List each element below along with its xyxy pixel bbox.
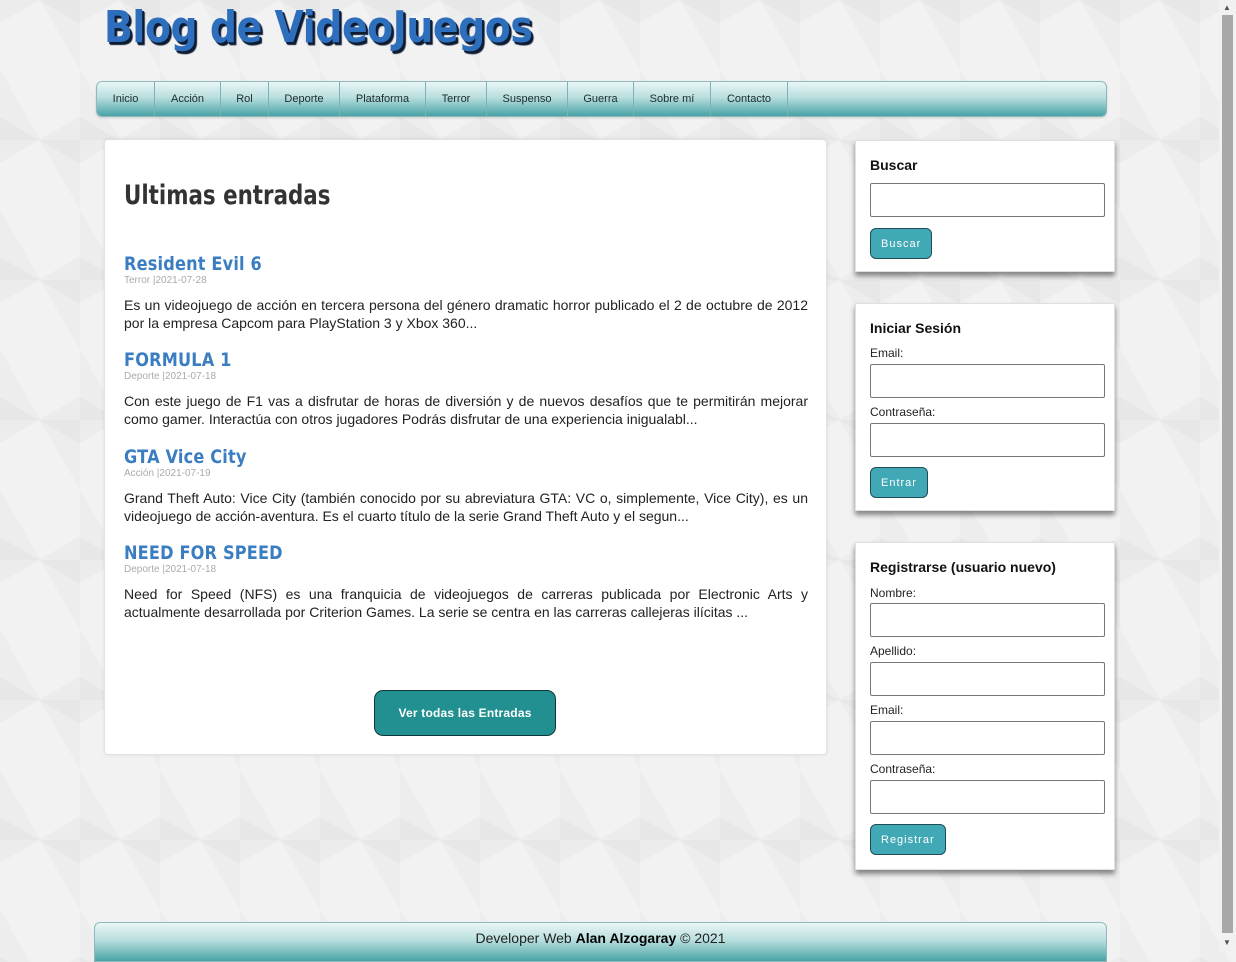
latest-posts-panel: Ultimas entradas Resident Evil 6 Terror … [104, 139, 827, 755]
footer-author: Alan Alzogaray [575, 930, 677, 946]
post-meta: Deporte |2021-07-18 [124, 564, 217, 575]
site-title: Blog de VideoJuegos [104, 2, 533, 53]
post-meta: Acción |2021-07-19 [124, 468, 211, 479]
search-button[interactable]: Buscar [870, 228, 933, 259]
register-password-label: Contraseña: [870, 762, 936, 776]
site-footer: Developer Web Alan Alzogaray © 2021 [94, 922, 1107, 962]
login-button[interactable]: Entrar [870, 467, 928, 498]
register-lastname-field[interactable] [870, 662, 1105, 696]
login-widget: Iniciar Sesión Email: Contraseña: Entrar [855, 303, 1115, 511]
post-title-link[interactable]: GTA Vice City [124, 446, 705, 468]
search-widget: Buscar Buscar [855, 140, 1115, 272]
search-input[interactable] [870, 183, 1105, 217]
login-email-field[interactable] [870, 364, 1105, 398]
post-item: NEED FOR SPEED Deporte |2021-07-18 Need … [124, 542, 808, 621]
post-item: Resident Evil 6 Terror |2021-07-28 Es un… [124, 253, 808, 332]
footer-prefix: Developer Web [475, 930, 572, 946]
post-title-link[interactable]: FORMULA 1 [124, 349, 705, 371]
login-email-label: Email: [870, 346, 904, 360]
latest-posts-heading: Ultimas entradas [124, 180, 331, 211]
nav-item-suspenso[interactable]: Suspenso [487, 82, 568, 116]
scroll-down-icon[interactable]: ▼ [1223, 938, 1231, 948]
main-nav: Inicio Acción Rol Deporte Plataforma Ter… [96, 81, 1107, 117]
register-lastname-label: Apellido: [870, 644, 917, 658]
vertical-scrollbar[interactable]: ▲ ▼ [1219, 0, 1236, 951]
register-button[interactable]: Registrar [870, 824, 946, 855]
post-excerpt: Grand Theft Auto: Vice City (también con… [124, 490, 808, 524]
post-title-link[interactable]: Resident Evil 6 [124, 253, 705, 275]
nav-item-plataforma[interactable]: Plataforma [340, 82, 426, 116]
post-excerpt: Con este juego de F1 vas a disfrutar de … [124, 393, 808, 427]
post-item: FORMULA 1 Deporte |2021-07-18 Con este j… [124, 349, 808, 428]
post-item: GTA Vice City Acción |2021-07-19 Grand T… [124, 446, 808, 525]
nav-item-sobre-mi[interactable]: Sobre mí [634, 82, 711, 116]
login-password-field[interactable] [870, 423, 1105, 457]
nav-item-terror[interactable]: Terror [426, 82, 487, 116]
post-title-link[interactable]: NEED FOR SPEED [124, 542, 705, 564]
nav-item-contacto[interactable]: Contacto [711, 82, 788, 116]
post-meta: Deporte |2021-07-18 [124, 371, 217, 382]
register-password-field[interactable] [870, 780, 1105, 814]
scrollbar-thumb[interactable] [1222, 15, 1233, 933]
register-name-field[interactable] [870, 603, 1105, 637]
nav-item-deporte[interactable]: Deporte [269, 82, 340, 116]
register-widget: Registrarse (usuario nuevo) Nombre: Apel… [855, 542, 1115, 870]
post-excerpt: Es un videojuego de acción en tercera pe… [124, 297, 808, 331]
login-password-label: Contraseña: [870, 405, 936, 419]
register-name-label: Nombre: [870, 586, 917, 600]
login-title: Iniciar Sesión [870, 320, 962, 336]
nav-item-accion[interactable]: Acción [155, 82, 221, 116]
footer-copyright: © 2021 [680, 930, 726, 946]
scroll-up-icon[interactable]: ▲ [1223, 3, 1231, 13]
nav-item-inicio[interactable]: Inicio [97, 82, 155, 116]
nav-item-guerra[interactable]: Guerra [568, 82, 634, 116]
register-title: Registrarse (usuario nuevo) [870, 559, 1056, 575]
nav-item-rol[interactable]: Rol [221, 82, 269, 116]
view-all-posts-button[interactable]: Ver todas las Entradas [374, 690, 556, 736]
post-excerpt: Need for Speed (NFS) es una franquicia d… [124, 586, 808, 620]
register-email-label: Email: [870, 703, 904, 717]
post-meta: Terror |2021-07-28 [124, 275, 207, 286]
register-email-field[interactable] [870, 721, 1105, 755]
search-title: Buscar [870, 157, 918, 173]
